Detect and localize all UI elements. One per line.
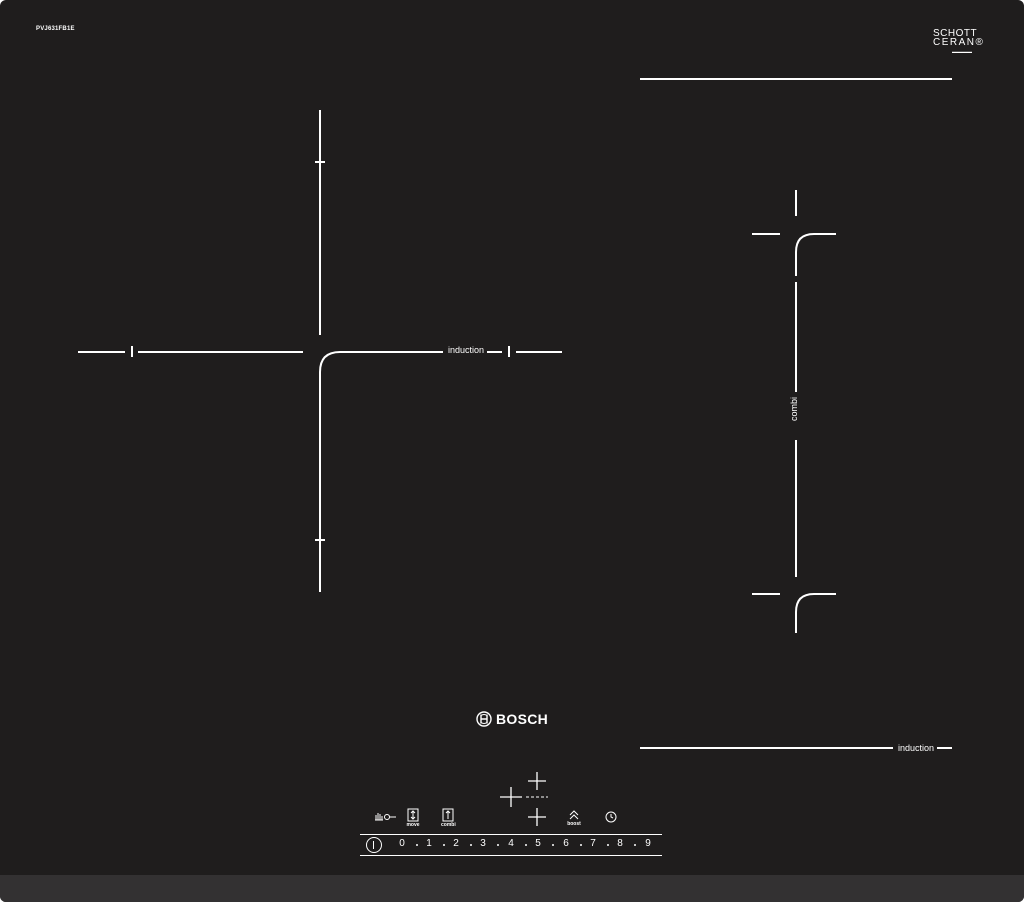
power-level-9[interactable]: 9 <box>642 838 654 850</box>
level-separator-dot <box>607 844 609 846</box>
double-chevron-up-icon <box>569 810 579 820</box>
power-level-5[interactable]: 5 <box>532 838 544 850</box>
combi-zone-icon <box>442 808 454 822</box>
bosch-armature-icon <box>476 711 492 727</box>
childlock-button[interactable] <box>373 810 397 822</box>
right-zone-label: combi <box>789 396 799 421</box>
move-button[interactable]: move <box>406 808 420 828</box>
glass-brand-code-mark: ▬▬▬▬▬ <box>952 49 972 54</box>
hand-key-icon <box>375 813 396 821</box>
power-level-1[interactable]: 1 <box>423 838 435 850</box>
timer-button[interactable] <box>604 810 618 824</box>
cooktop-frame-edge <box>0 875 1024 902</box>
power-level-3[interactable]: 3 <box>477 838 489 850</box>
model-number: PVJ631FB1E <box>36 26 75 32</box>
clock-icon <box>605 811 617 823</box>
power-level-7[interactable]: 7 <box>587 838 599 850</box>
power-level-0[interactable]: 0 <box>396 838 408 850</box>
cooktop-glass-surface: PVJ631FB1E SCHOTT CERAN® ▬▬▬▬▬ induction… <box>0 0 1024 902</box>
combi-label: combi <box>441 822 456 828</box>
brand-logo: BOSCH <box>476 709 548 729</box>
bottom-zone-label: induction <box>898 743 935 753</box>
level-separator-dot <box>416 844 418 846</box>
left-induction-zone-marking <box>78 110 562 592</box>
level-separator-dot <box>497 844 499 846</box>
boost-button[interactable]: boost <box>567 809 581 827</box>
brand-name: BOSCH <box>496 711 549 727</box>
level-separator-dot <box>552 844 554 846</box>
level-separator-dot <box>580 844 582 846</box>
glass-brand-line-2: CERAN® <box>933 37 985 48</box>
power-level-6[interactable]: 6 <box>560 838 572 850</box>
power-icon[interactable] <box>366 837 382 853</box>
power-level-2[interactable]: 2 <box>450 838 462 850</box>
zone-markings <box>78 78 952 749</box>
power-level-8[interactable]: 8 <box>614 838 626 850</box>
boost-label: boost <box>567 821 581 827</box>
level-separator-dot <box>634 844 636 846</box>
level-separator-dot <box>470 844 472 846</box>
move-label: move <box>406 822 420 828</box>
combi-button[interactable]: combi <box>441 808 456 828</box>
power-level-4[interactable]: 4 <box>505 838 517 850</box>
right-combi-zone-marking <box>640 78 952 633</box>
level-separator-dot <box>443 844 445 846</box>
move-zones-icon <box>407 808 419 822</box>
left-zone-label: induction <box>448 345 485 355</box>
level-separator-dot <box>525 844 527 846</box>
zone-select-front-icon[interactable] <box>526 806 548 828</box>
